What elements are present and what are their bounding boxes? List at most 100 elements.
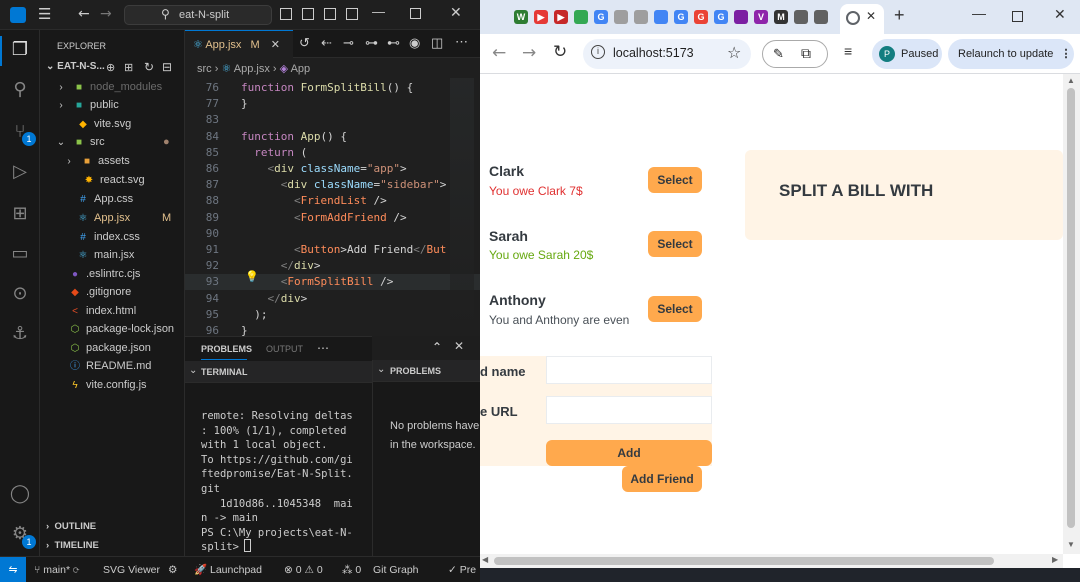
problems-header[interactable]: PROBLEMS bbox=[390, 366, 441, 376]
close-tab-icon[interactable]: ✕ bbox=[271, 39, 280, 51]
select-friend-button[interactable]: Select bbox=[648, 167, 702, 193]
more-actions-icon[interactable]: ⋯ bbox=[455, 34, 468, 50]
account-icon[interactable]: ◯ bbox=[8, 482, 32, 506]
tree-item[interactable]: › ■ assets bbox=[40, 152, 185, 171]
timeline-section[interactable]: › TIMELINE bbox=[46, 540, 99, 551]
tab-output[interactable]: OUTPUT bbox=[266, 344, 303, 354]
collapse-all-icon[interactable]: ⊟ bbox=[162, 60, 172, 74]
back-arrow-icon[interactable]: ← bbox=[78, 6, 90, 22]
code-line[interactable]: 87 <div className="sidebar"> bbox=[185, 177, 480, 193]
explorer-files-icon[interactable]: ❐ bbox=[8, 38, 32, 62]
close-window-icon[interactable]: ✕ bbox=[1054, 7, 1066, 23]
timeline-icon[interactable]: ↺ bbox=[299, 35, 310, 51]
extensions-icon[interactable]: ⊞ bbox=[8, 202, 32, 226]
ports-status[interactable]: ⁂ 0 bbox=[342, 557, 361, 582]
reload-icon[interactable]: ↻ bbox=[553, 42, 567, 62]
forward-icon[interactable]: → bbox=[522, 43, 536, 63]
menu-icon[interactable]: ☰ bbox=[38, 5, 51, 23]
close-icon[interactable]: ✕ bbox=[450, 5, 462, 21]
select-friend-button[interactable]: Select bbox=[648, 231, 702, 257]
tab-favicon-icon[interactable]: G bbox=[714, 10, 728, 24]
code-line[interactable]: 93 <FormSplitBill /> bbox=[185, 274, 480, 291]
code-line[interactable]: 89 <FormAddFriend /> bbox=[185, 210, 480, 226]
layout-sidebar-icon[interactable] bbox=[280, 8, 292, 20]
breadcrumb-symbol[interactable]: App bbox=[291, 63, 311, 75]
project-root[interactable]: ⌄ EAT-N-S... bbox=[46, 61, 105, 72]
docker-icon[interactable]: ⚓ bbox=[8, 322, 32, 346]
forward-arrow-icon[interactable]: → bbox=[100, 6, 112, 22]
tab-favicon-icon[interactable] bbox=[794, 10, 808, 24]
outline-section[interactable]: › OUTLINE bbox=[46, 521, 96, 532]
prettier-status[interactable]: ✓ Pre bbox=[448, 557, 476, 582]
tree-item[interactable]: ✸ react.svg bbox=[40, 171, 185, 190]
new-file-icon[interactable]: ⊕ bbox=[106, 61, 115, 74]
customize-layout-icon[interactable] bbox=[346, 8, 358, 20]
add-button[interactable]: Add bbox=[546, 440, 712, 466]
new-tab-icon[interactable]: + bbox=[894, 5, 905, 26]
tree-item[interactable]: < index.html bbox=[40, 302, 185, 321]
relaunch-button[interactable]: Relaunch to update ⋮ bbox=[948, 39, 1074, 69]
close-panel-icon[interactable]: ✕ bbox=[454, 339, 464, 353]
active-tab[interactable]: ✕ bbox=[840, 4, 884, 34]
back-icon[interactable]: ← bbox=[492, 43, 506, 63]
close-tab-icon[interactable]: ✕ bbox=[866, 9, 876, 23]
address-bar[interactable]: i localhost:5173 ☆ bbox=[583, 39, 751, 69]
launchpad-status[interactable]: 🚀 Launchpad bbox=[194, 557, 262, 582]
tree-item[interactable]: ◆ .gitignore bbox=[40, 283, 185, 302]
bookmark-star-icon[interactable]: ☆ bbox=[727, 43, 741, 62]
tree-item[interactable]: ⬡ package.json bbox=[40, 339, 185, 358]
tab-favicon-icon[interactable] bbox=[574, 10, 588, 24]
minimize-icon[interactable]: — bbox=[972, 5, 986, 21]
tree-item[interactable]: ● .eslintrc.cjs bbox=[40, 265, 185, 284]
run-debug-icon[interactable]: ▷ bbox=[8, 160, 32, 184]
image-url-input[interactable] bbox=[546, 396, 712, 424]
code-line[interactable]: 86 <div className="app"> bbox=[185, 161, 480, 177]
minimap[interactable] bbox=[450, 78, 474, 328]
tab-favicon-icon[interactable] bbox=[634, 10, 648, 24]
tree-item[interactable]: ⬡ package-lock.json bbox=[40, 320, 185, 339]
tab-favicon-icon[interactable]: M bbox=[774, 10, 788, 24]
tab-favicon-icon[interactable]: G bbox=[594, 10, 608, 24]
gear-icon[interactable]: ⚙ bbox=[168, 557, 177, 582]
tree-item[interactable]: ⌄ ■ src ● bbox=[40, 133, 185, 152]
eyedropper-extension[interactable]: ✎ ⧉ bbox=[762, 40, 828, 68]
code-line[interactable]: 84 function App() { bbox=[185, 129, 480, 145]
tab-favicon-icon[interactable]: ▶ bbox=[534, 10, 548, 24]
tree-item[interactable]: ϟ vite.config.js bbox=[40, 376, 185, 395]
tree-item[interactable]: › ■ node_modules bbox=[40, 78, 185, 97]
tab-favicon-icon[interactable] bbox=[654, 10, 668, 24]
code-line[interactable]: 90 bbox=[185, 226, 480, 242]
tree-item[interactable]: › ■ public bbox=[40, 96, 185, 115]
remote-explorer-icon[interactable]: ▭ bbox=[8, 242, 32, 266]
tab-favicon-icon[interactable] bbox=[614, 10, 628, 24]
code-line[interactable]: 83 bbox=[185, 112, 480, 128]
tree-item-active[interactable]: ⚛ App.jsx M bbox=[40, 209, 185, 228]
git-graph-icon[interactable]: ⊙ bbox=[8, 282, 32, 306]
tree-item[interactable]: # App.css bbox=[40, 190, 185, 209]
tab-favicon-icon[interactable]: G bbox=[674, 10, 688, 24]
tab-favicon-icon[interactable] bbox=[734, 10, 748, 24]
code-line[interactable]: 92 </div> bbox=[185, 258, 480, 274]
terminal-header[interactable]: TERMINAL bbox=[201, 367, 248, 377]
svg-viewer-status[interactable]: SVG Viewer bbox=[103, 557, 160, 582]
profile-button[interactable]: P Paused bbox=[872, 39, 942, 69]
code-editor[interactable]: ⚛ App.jsx M ✕ ↺ ⇠ ⊸ ⊶ ⊷ ◉ ◫ ⋯ src › ⚛ Ap… bbox=[185, 30, 480, 337]
code-line[interactable]: 88 <FriendList /> bbox=[185, 193, 480, 209]
tab-app-jsx[interactable]: ⚛ App.jsx M ✕ bbox=[185, 30, 293, 58]
code-line[interactable]: 94 </div> bbox=[185, 291, 480, 307]
problems-status[interactable]: ⊗ 0 ⚠ 0 bbox=[284, 557, 323, 582]
scroll-up-icon[interactable]: ▲ bbox=[1067, 76, 1075, 85]
previous-change-icon[interactable]: ⊸ bbox=[343, 35, 354, 51]
media-controls-icon[interactable]: ≡ bbox=[844, 43, 852, 59]
add-friend-button[interactable]: Add Friend bbox=[622, 466, 702, 492]
code-line[interactable]: 95 ); bbox=[185, 307, 480, 323]
maximize-icon[interactable] bbox=[410, 8, 421, 19]
branch-indicator[interactable]: ⑂ main* ⟳ bbox=[34, 557, 79, 582]
code-line[interactable]: 85 return ( bbox=[185, 145, 480, 161]
site-info-icon[interactable]: i bbox=[591, 45, 605, 59]
code-line[interactable]: 76 function FormSplitBill() { bbox=[185, 80, 480, 96]
more-actions-icon[interactable]: ⋯ bbox=[317, 341, 329, 355]
command-center[interactable]: ⚲ eat-N-split bbox=[124, 5, 272, 25]
scroll-left-icon[interactable]: ◀ bbox=[482, 555, 488, 564]
split-editor-icon[interactable]: ◫ bbox=[431, 35, 443, 51]
